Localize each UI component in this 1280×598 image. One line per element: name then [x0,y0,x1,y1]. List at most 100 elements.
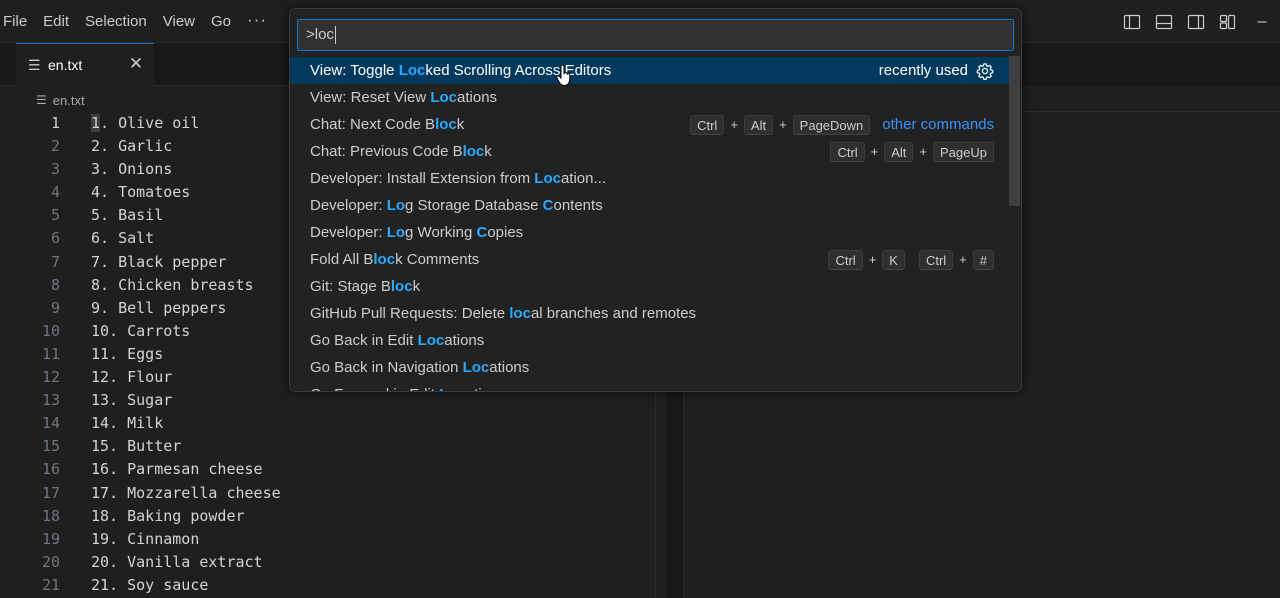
line-text: 16. Parmesan cheese [91,460,263,479]
hand-pointer-icon [556,65,571,87]
menu-go[interactable]: Go [203,0,239,43]
tab-label: en.txt [48,57,83,73]
command-item[interactable]: Fold All Block Comments Ctrl + K Ctrl + # [290,246,1010,273]
line-number: 10 [41,321,60,340]
command-palette-input[interactable]: >loc [297,19,1014,51]
tab-en-txt[interactable]: ☰ en.txt ✕ [16,43,154,86]
command-item[interactable]: Chat: Previous Code Block Ctrl + Alt + PageUp [290,138,1010,165]
line-number: 11 [41,344,60,363]
toggle-panel-icon[interactable] [1148,0,1180,43]
line-number: 14 [41,414,60,433]
keybinding-plus: + [870,144,879,159]
line-text: 18. Baking powder [91,506,245,525]
editor-line[interactable]: 15 15. Butter [0,435,667,458]
command-meta: Ctrl + K Ctrl + # [828,246,994,273]
keybinding-key: Alt [884,141,914,162]
other-commands-label: other commands [882,116,994,133]
menu-selection[interactable]: Selection [77,0,155,43]
breadcrumb-file: en.txt [52,92,85,108]
command-item[interactable]: Go Forward in Edit Locations [290,381,1010,391]
line-text: 1. Olive oil [91,114,200,132]
keybinding-key: K [882,249,905,270]
command-item[interactable]: Chat: Next Code Block Ctrl + Alt + PageDown ot… [290,111,1010,138]
command-label: Go Back in Navigation Locations [310,359,530,376]
editor-line[interactable]: 18 18. Baking powder [0,505,667,528]
match-highlight: C [476,224,488,241]
match-highlight: Lo [386,197,406,214]
command-label: GitHub Pull Requests: Delete local branc… [310,305,697,322]
keybinding-key: PageDown [792,114,871,135]
line-number: 12 [41,368,60,387]
editor-line[interactable]: 14 14. Milk [0,412,667,435]
editor-line[interactable]: 21 21. Soy sauce [0,574,667,597]
command-label: Chat: Previous Code Block [310,143,492,160]
toggle-primary-sidebar-icon[interactable] [1116,0,1148,43]
keybinding-plus: + [919,144,928,159]
command-list-scrollbar[interactable] [1009,56,1020,206]
keybinding-plus: + [868,252,877,267]
text-caret [334,26,336,45]
editor-line[interactable]: 17 17. Mozzarella cheese [0,482,667,505]
line-number: 17 [41,483,60,502]
command-item[interactable]: View: Reset View Locations [290,84,1010,111]
line-number: 15 [41,437,60,456]
line-number: 7 [50,252,60,271]
line-text: 20. Vanilla extract [91,552,263,571]
command-label: View: Reset View Locations [310,89,498,106]
line-text: 15. Butter [91,437,182,456]
command-item[interactable]: Developer: Install Extension from Locati… [290,165,1010,192]
command-meta: Ctrl + Alt + PageUp [830,138,994,165]
line-text: 14. Milk [91,414,164,433]
command-item[interactable]: Go Back in Edit Locations [290,327,1010,354]
command-palette: >loc View: Toggle Locked Scrolling Acros… [289,8,1022,392]
line-text: 21. Soy sauce [91,575,209,594]
keybinding-key: PageUp [933,141,994,162]
command-item[interactable]: GitHub Pull Requests: Delete local branc… [290,300,1010,327]
line-number: 21 [41,575,60,594]
match-highlight: loc [509,305,531,322]
command-item[interactable]: Developer: Log Working Copies [290,219,1010,246]
line-number: 19 [41,529,60,548]
keybinding-key: # [972,249,994,270]
match-highlight: Lo [386,224,406,241]
editor-line[interactable]: 19 19. Cinnamon [0,528,667,551]
menu-more-button[interactable]: ··· [239,0,275,43]
command-item[interactable]: Git: Stage Block [290,273,1010,300]
command-list: View: Toggle Locked Scrolling Across Edi… [290,57,1010,391]
gear-icon[interactable] [976,62,994,80]
menu-file[interactable]: File [0,0,35,43]
command-meta: recently used [879,57,994,84]
keybinding-plus: + [779,117,787,132]
keybinding-key: Alt [743,114,774,135]
match-highlight: Loc [430,89,458,106]
keybinding-plus: + [959,252,967,267]
minimize-button[interactable]: – [1244,0,1280,43]
line-number: 20 [41,552,60,571]
command-item[interactable]: Go Back in Navigation Locations [290,354,1010,381]
customize-layout-icon[interactable] [1212,0,1244,43]
line-text: 9. Bell peppers [91,298,227,317]
command-label: Go Back in Edit Locations [310,332,485,349]
command-item[interactable]: View: Toggle Locked Scrolling Across Edi… [290,57,1010,84]
line-text: 4. Tomatoes [91,183,191,202]
close-icon[interactable]: ✕ [128,55,144,72]
command-item[interactable]: Developer: Log Storage Database Contents [290,192,1010,219]
menu-edit[interactable]: Edit [35,0,77,43]
menu-view[interactable]: View [155,0,203,43]
line-text: 12. Flour [91,368,173,387]
editor-line[interactable]: 16 16. Parmesan cheese [0,458,667,481]
file-lines-icon: ☰ [36,93,47,107]
line-text: 17. Mozzarella cheese [91,483,281,502]
toggle-secondary-sidebar-icon[interactable] [1180,0,1212,43]
layout-controls: – [1116,0,1280,43]
breadcrumb[interactable]: ☰ en.txt [36,90,85,110]
editor-line[interactable]: 13 13. Sugar [0,389,667,412]
editor-line[interactable]: 20 20. Vanilla extract [0,551,667,574]
recently-used-label: recently used [878,62,968,79]
command-label: Git: Stage Block [310,278,421,295]
line-text: 6. Salt [91,229,155,248]
menu-bar: File Edit Selection View Go ··· [0,0,275,43]
keybinding-plus: + [730,117,738,132]
line-text: 5. Basil [91,206,164,225]
match-highlight: Loc [534,170,561,187]
